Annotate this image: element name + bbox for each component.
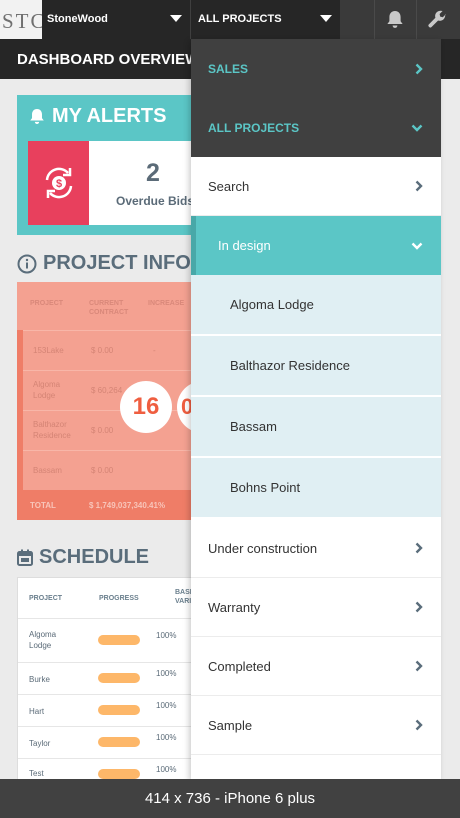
- chevron-right-icon: [415, 63, 423, 74]
- menu-item-label: In design: [218, 238, 271, 253]
- projects-dropdown-menu: SALES ALL PROJECTS Search In design Algo…: [191, 39, 441, 779]
- company-name: StoneWood: [47, 13, 108, 25]
- menu-item-label: SALES: [208, 61, 249, 76]
- progress-percent: 100%: [156, 631, 177, 640]
- chevron-down-icon: [411, 124, 423, 132]
- project-name: Test: [29, 769, 44, 778]
- project-name: Hart: [29, 707, 45, 716]
- menu-item-label: Search: [208, 178, 250, 194]
- project-name: Algoma Lodge: [29, 630, 57, 650]
- chevron-down-icon: [411, 242, 423, 250]
- alerts-heading: MY ALERTS: [29, 105, 166, 128]
- page-title: DASHBOARD OVERVIEW: [17, 51, 200, 68]
- progress-bar: [98, 737, 140, 747]
- settings-button[interactable]: [416, 0, 457, 39]
- caret-down-icon: [170, 15, 182, 22]
- menu-item-label: Sample: [208, 717, 253, 733]
- submenu-item-label: Balthazor Residence: [230, 358, 350, 373]
- contract-value: $ 0.00: [91, 426, 114, 435]
- device-size-label: 414 x 736 - iPhone 6 plus: [0, 779, 460, 818]
- contract-value: $ 60,264: [91, 386, 123, 395]
- project-name: Balthazor Residence: [33, 420, 71, 440]
- progress-bar: [98, 673, 140, 683]
- projects-selector-label: ALL PROJECTS: [198, 13, 282, 25]
- progress-percent: 100%: [156, 765, 177, 774]
- wrench-icon: [427, 10, 446, 28]
- project-name: Taylor: [29, 739, 51, 748]
- chevron-right-icon: [415, 180, 423, 192]
- schedule-title: SCHEDULE: [39, 546, 150, 568]
- menu-item-label: Warranty: [208, 599, 261, 615]
- progress-bar: [98, 705, 140, 715]
- submenu-item-balthazor-residence[interactable]: Balthazor Residence: [191, 336, 441, 396]
- project-count-badge: 16: [120, 381, 172, 433]
- menu-item-under-construction[interactable]: Under construction: [191, 519, 441, 578]
- schedule-heading: SCHEDULE: [17, 546, 149, 569]
- project-name: Burke: [29, 675, 50, 684]
- progress-bar: [98, 635, 140, 645]
- progress-percent: 100%: [156, 701, 177, 710]
- submenu-item-bassam[interactable]: Bassam: [191, 397, 441, 457]
- col-header-contract: CURRENT CONTRACT: [89, 300, 129, 316]
- submenu-item-algoma-lodge[interactable]: Algoma Lodge: [191, 275, 441, 335]
- col-header-progress: PROGRESS: [99, 595, 139, 602]
- increase-value: -: [153, 346, 156, 355]
- progress-percent: 100%: [156, 669, 177, 678]
- menu-item-completed[interactable]: Completed: [191, 637, 441, 696]
- menu-item-in-design[interactable]: In design: [191, 216, 441, 275]
- chevron-right-icon: [415, 542, 423, 554]
- overdue-bids-count: 2: [146, 159, 160, 187]
- submenu-item-label: Bohns Point: [230, 480, 301, 495]
- caret-down-icon: [320, 15, 332, 22]
- total-value: $ 1,749,037,340.41%: [89, 501, 166, 510]
- submenu-item-label: Bassam: [230, 419, 277, 434]
- contract-value: $ 0.00: [91, 346, 114, 355]
- col-header-project: PROJECT: [30, 300, 64, 307]
- contract-value: $ 0.00: [91, 466, 114, 475]
- menu-item-label: ALL PROJECTS: [208, 120, 300, 135]
- chevron-right-icon: [415, 601, 423, 613]
- dollar-refresh-icon: $: [45, 167, 72, 199]
- menu-item-sales[interactable]: SALES: [191, 39, 441, 98]
- submenu-item-bohns-point[interactable]: Bohns Point: [191, 458, 441, 518]
- svg-text:$: $: [55, 178, 61, 190]
- notifications-button[interactable]: [374, 0, 415, 39]
- project-name: Algoma Lodge: [33, 380, 61, 400]
- col-header-project: PROJECT: [29, 595, 63, 602]
- chevron-right-icon: [415, 719, 423, 731]
- projects-selector[interactable]: ALL PROJECTS: [190, 0, 340, 39]
- menu-item-label: Completed: [208, 658, 271, 674]
- menu-item-label: Under construction: [208, 540, 318, 556]
- company-selector[interactable]: StoneWood: [42, 0, 190, 39]
- overdue-bids-label: Overdue Bids: [116, 194, 195, 208]
- project-info-title: PROJECT INFO: [43, 252, 191, 274]
- menu-item-sample[interactable]: Sample: [191, 696, 441, 755]
- project-info-heading: PROJECT INFO: [17, 252, 191, 275]
- menu-item-search[interactable]: Search: [191, 157, 441, 216]
- top-navbar: STC StoneWood ALL PROJECTS: [0, 0, 460, 39]
- menu-item-all-projects[interactable]: ALL PROJECTS: [191, 98, 441, 157]
- logo: STC: [0, 0, 42, 39]
- chevron-right-icon: [415, 660, 423, 672]
- total-label: TOTAL: [30, 501, 56, 510]
- progress-bar: [98, 769, 140, 779]
- alerts-title: MY ALERTS: [52, 105, 167, 127]
- project-name: 153Lake: [33, 346, 64, 355]
- submenu-item-label: Algoma Lodge: [230, 297, 314, 312]
- project-name: Bassam: [33, 466, 62, 475]
- calendar-icon: [17, 549, 33, 566]
- info-icon: [17, 254, 37, 273]
- menu-item-warranty[interactable]: Warranty: [191, 578, 441, 637]
- col-header-increase: INCREASE: [148, 300, 185, 307]
- bell-icon: [30, 108, 44, 124]
- alert-icon-block: $: [28, 141, 89, 225]
- progress-percent: 100%: [156, 733, 177, 742]
- bell-icon: [387, 11, 403, 28]
